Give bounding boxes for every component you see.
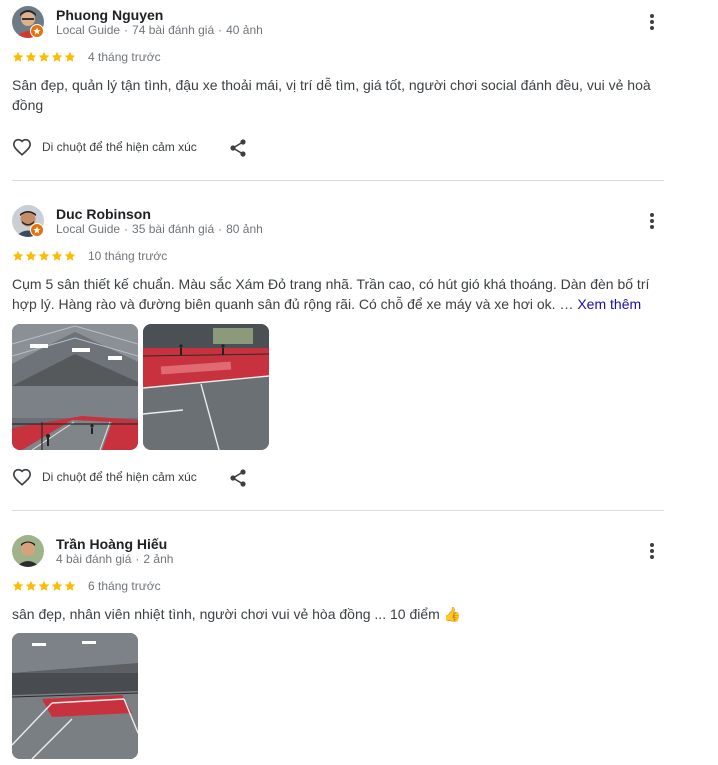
photos-count: 80 ảnh xyxy=(226,222,263,236)
star-icon xyxy=(64,580,76,591)
star-icon xyxy=(12,250,24,261)
star-icon xyxy=(12,580,24,591)
local-guide-label: Local Guide xyxy=(56,222,121,236)
review-text: Cụm 5 sân thiết kế chuẩn. Màu sắc Xám Đỏ… xyxy=(12,275,657,314)
review-text-body: sân đẹp, nhân viên nhiệt tình, người chơ… xyxy=(12,606,440,622)
more-options-button[interactable] xyxy=(640,539,664,563)
star-icon xyxy=(38,250,50,261)
local-guide-badge-icon xyxy=(30,24,44,38)
more-vert-icon xyxy=(650,14,654,30)
review-photo[interactable] xyxy=(12,633,138,759)
react-label: Di chuột để thể hiện cảm xúc xyxy=(42,140,197,154)
reviews-count: 35 bài đánh giá xyxy=(132,222,215,236)
review-divider xyxy=(12,180,664,181)
star-icon xyxy=(51,51,63,62)
review-card: Duc Robinson Local Guide · 35 bài đánh giá… xyxy=(0,199,718,511)
local-guide-badge-icon xyxy=(30,223,44,237)
reviews-count: 74 bài đánh giá xyxy=(132,23,215,37)
reviewer-meta: 4 bài đánh giá · 2 ảnh xyxy=(56,552,174,566)
share-button[interactable] xyxy=(228,138,248,158)
reviewer-name[interactable]: Duc Robinson xyxy=(56,206,151,222)
star-icon xyxy=(64,250,76,261)
star-icon xyxy=(64,51,76,62)
review-time: 10 tháng trước xyxy=(88,249,168,263)
review-photo[interactable] xyxy=(143,324,269,450)
thumbs-up-emoji: 👍 xyxy=(443,606,462,622)
review-time: 6 tháng trước xyxy=(88,579,161,593)
reviews-count: 4 bài đánh giá xyxy=(56,552,132,566)
see-more-link[interactable]: Xem thêm xyxy=(577,296,641,312)
star-rating xyxy=(12,250,76,262)
more-vert-icon xyxy=(650,543,654,559)
reviewer-name[interactable]: Trần Hoàng Hiếu xyxy=(56,536,167,552)
reviewer-name[interactable]: Phuong Nguyen xyxy=(56,7,163,23)
react-label: Di chuột để thể hiện cảm xúc xyxy=(42,470,197,484)
review-text-body: Cụm 5 sân thiết kế chuẩn. Màu sắc Xám Đỏ… xyxy=(12,276,650,312)
reviewer-meta: Local Guide · 74 bài đánh giá · 40 ảnh xyxy=(56,23,263,37)
review-card: Phuong Nguyen Local Guide · 74 bài đánh gi… xyxy=(0,0,718,180)
photos-count: 2 ảnh xyxy=(143,552,174,566)
more-vert-icon xyxy=(650,213,654,229)
review-card: Trần Hoàng Hiếu 4 bài đánh giá · 2 ảnh 6 t… xyxy=(0,529,718,765)
share-button[interactable] xyxy=(228,468,248,488)
review-photo[interactable] xyxy=(12,324,138,450)
star-icon xyxy=(12,51,24,62)
heart-outline-icon[interactable] xyxy=(12,138,32,156)
review-time: 4 tháng trước xyxy=(88,50,161,64)
star-rating xyxy=(12,580,76,592)
star-icon xyxy=(25,51,37,62)
avatar[interactable] xyxy=(12,535,44,567)
more-options-button[interactable] xyxy=(640,209,664,233)
more-options-button[interactable] xyxy=(640,10,664,34)
review-actions: Di chuột để thể hiện cảm xúc xyxy=(12,468,197,486)
star-icon xyxy=(25,250,37,261)
photos-count: 40 ảnh xyxy=(226,23,263,37)
review-divider xyxy=(12,510,664,511)
star-icon xyxy=(38,51,50,62)
local-guide-label: Local Guide xyxy=(56,23,121,37)
share-icon xyxy=(230,139,246,157)
star-icon xyxy=(51,250,63,261)
reviewer-meta: Local Guide · 35 bài đánh giá · 80 ảnh xyxy=(56,222,263,236)
star-icon xyxy=(25,580,37,591)
heart-outline-icon[interactable] xyxy=(12,468,32,486)
review-text: sân đẹp, nhân viên nhiệt tình, người chơ… xyxy=(12,605,657,625)
star-rating xyxy=(12,51,76,63)
review-actions: Di chuột để thể hiện cảm xúc xyxy=(12,138,197,156)
review-text: Sân đẹp, quản lý tận tình, đậu xe thoải … xyxy=(12,77,651,113)
star-icon xyxy=(38,580,50,591)
star-icon xyxy=(51,580,63,591)
share-icon xyxy=(230,469,246,487)
